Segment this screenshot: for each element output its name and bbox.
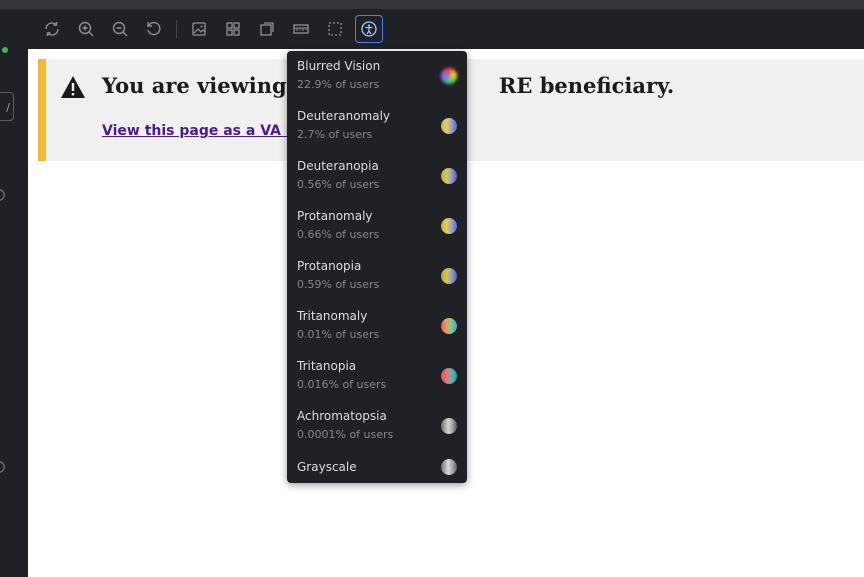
achromatopsia-swatch-icon <box>441 418 457 434</box>
viewport-icon <box>328 22 342 36</box>
warning-icon <box>61 76 85 98</box>
refresh-icon[interactable] <box>0 187 6 201</box>
sidebar-collapsed-control[interactable]: / <box>0 92 14 121</box>
reset-zoom-button[interactable] <box>140 15 168 43</box>
alert-heading-end: RE beneficiary. <box>498 73 675 98</box>
menu-item-label: Achromatopsia <box>297 409 387 423</box>
toolbar-divider <box>176 20 177 38</box>
menu-item-achromatopsia[interactable]: Achromatopsia 0.0001% of users <box>287 401 467 451</box>
protanopia-swatch-icon <box>441 268 457 284</box>
menu-item-percentage: 0.0001% of users <box>297 428 394 441</box>
status-dot <box>2 47 8 53</box>
vision-simulator-menu: Blurred Vision 22.9% of users Deuteranom… <box>287 51 467 483</box>
zoom-in-icon <box>78 21 94 37</box>
vision-simulator-button[interactable] <box>355 15 383 43</box>
zoom-in-button[interactable] <box>72 15 100 43</box>
menu-item-label: Tritanomaly <box>297 309 368 323</box>
outline-icon <box>260 22 274 36</box>
grayscale-swatch-icon <box>441 459 457 475</box>
menu-item-label: Deuteranopia <box>297 159 379 173</box>
grid-button[interactable] <box>219 15 247 43</box>
menu-item-protanopia[interactable]: Protanopia 0.59% of users <box>287 251 467 301</box>
refresh-icon[interactable] <box>0 459 6 473</box>
menu-item-percentage: 0.59% of users <box>297 278 380 291</box>
reset-zoom-icon <box>147 21 161 36</box>
accessibility-icon <box>361 21 377 37</box>
menu-item-deuteranomaly[interactable]: Deuteranomaly 2.7% of users <box>287 101 467 151</box>
outline-button[interactable] <box>253 15 281 43</box>
menu-item-tritanopia[interactable]: Tritanopia 0.016% of users <box>287 351 467 401</box>
menu-item-percentage: 0.56% of users <box>297 178 380 191</box>
menu-item-grayscale[interactable]: Grayscale <box>287 451 467 483</box>
deuteranomaly-swatch-icon <box>441 118 457 134</box>
top-strip <box>0 0 864 9</box>
menu-item-percentage: 0.01% of users <box>297 328 380 341</box>
menu-item-label: Deuteranomaly <box>297 109 391 123</box>
measure-icon <box>293 24 309 34</box>
grid-icon <box>226 22 240 36</box>
menu-item-label: Grayscale <box>297 460 357 474</box>
deuteranopia-swatch-icon <box>441 168 457 184</box>
menu-item-percentage: 0.016% of users <box>297 378 387 391</box>
viewport-button[interactable] <box>321 15 349 43</box>
menu-item-label: Protanopia <box>297 259 362 273</box>
menu-item-label: Tritanopia <box>297 359 357 373</box>
menu-item-label: Blurred Vision <box>297 59 381 73</box>
measure-button[interactable] <box>287 15 315 43</box>
zoom-out-icon <box>112 21 128 37</box>
sync-icon <box>45 22 59 36</box>
storybook-toolbar <box>28 9 864 49</box>
menu-item-percentage: 2.7% of users <box>297 128 373 141</box>
menu-item-tritanomaly[interactable]: Tritanomaly 0.01% of users <box>287 301 467 351</box>
menu-item-label: Protanomaly <box>297 209 373 223</box>
left-sidebar: / <box>0 9 28 577</box>
sync-button[interactable] <box>38 15 66 43</box>
tritanomaly-swatch-icon <box>441 318 457 334</box>
background-icon <box>192 22 206 36</box>
protanomaly-swatch-icon <box>441 218 457 234</box>
menu-item-blurred-vision[interactable]: Blurred Vision 22.9% of users <box>287 51 467 101</box>
zoom-out-button[interactable] <box>106 15 134 43</box>
tritanopia-swatch-icon <box>441 368 457 384</box>
menu-item-deuteranopia[interactable]: Deuteranopia 0.56% of users <box>287 151 467 201</box>
menu-item-protanomaly[interactable]: Protanomaly 0.66% of users <box>287 201 467 251</box>
blurred-vision-swatch-icon <box>441 68 457 84</box>
menu-item-percentage: 22.9% of users <box>297 78 380 91</box>
background-button[interactable] <box>185 15 213 43</box>
menu-item-percentage: 0.66% of users <box>297 228 380 241</box>
